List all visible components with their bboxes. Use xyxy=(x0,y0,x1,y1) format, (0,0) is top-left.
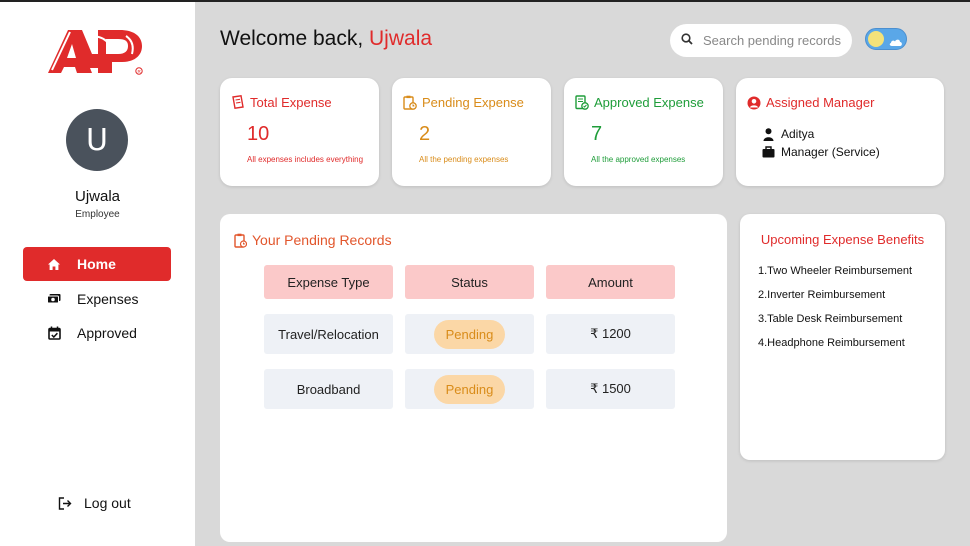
card-title: Pending Expense xyxy=(403,95,524,110)
sidebar-item-expenses[interactable]: Expenses xyxy=(23,282,171,316)
user-role: Employee xyxy=(75,209,120,220)
search-bar xyxy=(670,24,852,57)
briefcase-icon xyxy=(762,146,775,158)
sidebar-item-label: Home xyxy=(77,256,116,272)
logout-button[interactable]: Log out xyxy=(58,495,131,511)
sidebar: R U Ujwala Employee Home Expenses Approv… xyxy=(0,2,195,546)
manager-position-row: Manager (Service) xyxy=(762,145,880,159)
status-badge: Pending xyxy=(433,374,506,404)
pending-records-panel: Your Pending Records Expense Type Status… xyxy=(220,214,727,542)
cloud-icon xyxy=(888,34,904,52)
card-value: 2 xyxy=(419,123,431,145)
column-header-amount: Amount xyxy=(546,265,675,299)
status-cell: Pending xyxy=(405,314,534,354)
benefit-item: 3.Table Desk Reimbursement xyxy=(758,313,903,325)
card-title-text: Total Expense xyxy=(250,95,332,110)
assigned-manager-card: Assigned Manager Aditya Manager (Service… xyxy=(736,78,944,186)
benefit-item: 4.Headphone Reimbursement xyxy=(758,337,905,349)
manager-position: Manager (Service) xyxy=(781,145,880,159)
user-circle-icon xyxy=(747,96,761,110)
status-cell: Pending xyxy=(405,369,534,409)
benefit-item: 2.Inverter Reimbursement xyxy=(758,289,886,301)
user-name: Ujwala xyxy=(74,188,120,205)
avatar: U xyxy=(66,109,128,171)
theme-toggle[interactable] xyxy=(865,28,907,50)
manager-name-row: Aditya xyxy=(762,127,814,141)
sidebar-item-label: Expenses xyxy=(77,291,139,307)
welcome-heading: Welcome back, Ujwala xyxy=(220,27,432,51)
money-icon xyxy=(45,293,63,305)
card-subtitle: All the pending expenses xyxy=(419,155,509,164)
card-title: Total Expense xyxy=(231,95,332,110)
benefits-title: Upcoming Expense Benefits xyxy=(760,232,925,247)
pending-expense-card: Pending Expense 2 All the pending expens… xyxy=(392,78,551,186)
clipboard-clock-icon xyxy=(234,233,247,248)
card-title-text: Pending Expense xyxy=(422,95,524,110)
card-title-text: Assigned Manager xyxy=(766,95,875,110)
home-icon xyxy=(45,258,63,271)
card-title-text: Approved Expense xyxy=(594,95,704,110)
benefit-item: 1.Two Wheeler Reimbursement xyxy=(758,265,913,277)
approved-expense-card: Approved Expense 7 All the approved expe… xyxy=(564,78,723,186)
sidebar-item-label: Approved xyxy=(77,325,137,341)
sidebar-item-approved[interactable]: Approved xyxy=(23,316,171,350)
amount-cell: ₹ 1500 xyxy=(546,369,675,409)
manager-name: Aditya xyxy=(781,127,815,141)
status-badge: Pending xyxy=(433,319,506,349)
expense-type-cell: Travel/Relocation xyxy=(264,314,393,354)
total-expense-card: Total Expense 10 All expenses includes e… xyxy=(220,78,379,186)
panel-title: Your Pending Records xyxy=(234,232,392,248)
panel-title-text: Your Pending Records xyxy=(252,232,392,248)
document-check-icon xyxy=(575,95,589,110)
adp-logo: R xyxy=(46,24,148,76)
card-value: 10 xyxy=(247,123,270,145)
column-header-expense-type: Expense Type xyxy=(264,265,393,299)
upcoming-benefits-panel: Upcoming Expense Benefits 1.Two Wheeler … xyxy=(740,214,945,460)
card-title: Approved Expense xyxy=(575,95,704,110)
sun-icon xyxy=(868,31,884,47)
clipboard-clock-icon xyxy=(403,95,417,110)
user-icon xyxy=(762,127,775,141)
amount-cell: ₹ 1200 xyxy=(546,314,675,354)
card-title: Assigned Manager xyxy=(747,95,874,110)
column-header-status: Status xyxy=(405,265,534,299)
welcome-text: Welcome back, xyxy=(220,27,364,50)
sidebar-item-home[interactable]: Home xyxy=(23,247,171,281)
search-input[interactable] xyxy=(701,32,845,49)
card-value: 7 xyxy=(591,123,603,145)
card-subtitle: All the approved expenses xyxy=(591,155,686,164)
logout-label: Log out xyxy=(84,495,131,511)
logout-icon xyxy=(58,496,72,510)
calendar-check-icon xyxy=(45,326,63,340)
card-subtitle: All expenses includes everything xyxy=(247,155,364,164)
expense-type-cell: Broadband xyxy=(264,369,393,409)
receipt-icon xyxy=(231,95,245,110)
welcome-user-name: Ujwala xyxy=(369,27,433,50)
search-icon xyxy=(681,32,693,50)
